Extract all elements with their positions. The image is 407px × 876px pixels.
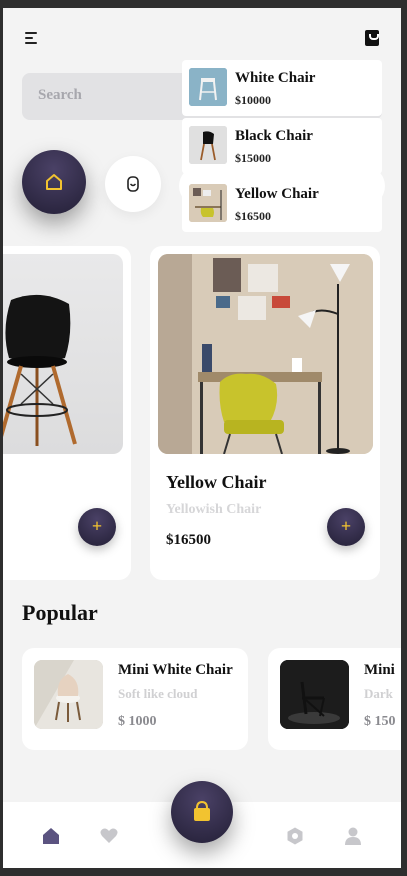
product-card-black-chair[interactable]: r + — [3, 246, 131, 580]
popular-item-image — [34, 660, 103, 729]
shopping-bag-icon — [194, 800, 210, 821]
product-card-yellow-chair[interactable]: Yellow Chair Yellowish Chair $16500 + — [150, 246, 380, 580]
category-home[interactable] — [22, 150, 86, 214]
result-thumbnail — [189, 184, 227, 222]
result-thumbnail — [189, 126, 227, 164]
result-price: $15000 — [235, 151, 271, 165]
result-name: Yellow Chair — [235, 186, 319, 202]
mouse-icon — [127, 176, 139, 192]
popular-item-price: $ 150 — [364, 714, 396, 729]
product-image — [3, 254, 123, 454]
category-accessories[interactable] — [105, 156, 161, 212]
popular-item-name: Mini — [364, 662, 395, 678]
heart-icon[interactable] — [99, 826, 119, 846]
profile-icon[interactable] — [343, 826, 363, 846]
cart-button[interactable] — [171, 781, 233, 843]
product-price: $16500 — [166, 532, 211, 548]
product-subtitle: Yellowish Chair — [166, 502, 262, 517]
search-placeholder: Search — [38, 87, 82, 103]
popular-title: Popular — [22, 600, 98, 625]
result-price: $16500 — [235, 209, 271, 223]
search-result-black-chair[interactable]: Black Chair $15000 — [182, 118, 382, 174]
popular-item-mini-dark-chair[interactable]: Mini Dark $ 150 — [268, 648, 401, 750]
bag-icon[interactable] — [365, 30, 379, 46]
popular-item-price: $ 1000 — [118, 714, 157, 729]
popular-item-subtitle: Dark — [364, 686, 393, 701]
result-name: Black Chair — [235, 128, 313, 144]
popular-item-image — [280, 660, 349, 729]
add-to-cart-button[interactable]: + — [78, 508, 116, 546]
popular-item-mini-white-chair[interactable]: Mini White Chair Soft like cloud $ 1000 — [22, 648, 248, 750]
search-result-yellow-chair[interactable]: Yellow Chair $16500 — [182, 176, 382, 232]
popular-item-name: Mini White Chair — [118, 662, 233, 678]
app-screen: Search r + — [3, 8, 401, 868]
search-result-white-chair[interactable]: White Chair $10000 — [182, 60, 382, 116]
result-price: $10000 — [235, 93, 271, 107]
result-thumbnail — [189, 68, 227, 106]
result-name: White Chair — [235, 70, 316, 86]
popular-item-subtitle: Soft like cloud — [118, 686, 198, 701]
home-icon[interactable] — [41, 826, 61, 846]
product-image — [158, 254, 373, 454]
menu-icon[interactable] — [25, 32, 41, 46]
product-title: Yellow Chair — [166, 472, 267, 492]
add-to-cart-button[interactable]: + — [327, 508, 365, 546]
settings-icon[interactable] — [285, 826, 305, 846]
home-icon — [46, 174, 62, 190]
